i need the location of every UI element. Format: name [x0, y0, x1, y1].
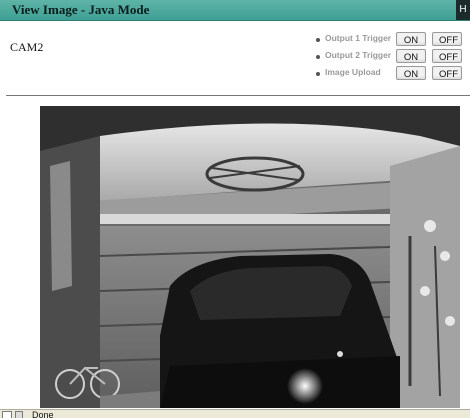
image-upload-label: Image Upload [325, 67, 381, 77]
camera-feed-graphic [40, 106, 460, 408]
output-1-trigger-row: Output 1 Trigger ON OFF [314, 32, 470, 48]
header-corner-label[interactable]: H [456, 0, 470, 20]
output-1-off-button[interactable]: OFF [432, 32, 462, 46]
camera-name: CAM2 [10, 40, 44, 54]
output-2-off-button[interactable]: OFF [432, 49, 462, 63]
page-title: View Image - Java Mode [12, 2, 150, 17]
image-upload-row: Image Upload ON OFF [314, 66, 470, 82]
output-1-trigger-label: Output 1 Trigger [325, 33, 392, 43]
bullet-icon [316, 72, 320, 76]
camera-feed-image [40, 106, 460, 408]
divider [6, 95, 470, 96]
image-upload-on-button[interactable]: ON [396, 66, 426, 80]
output-2-trigger-row: Output 2 Trigger ON OFF [314, 49, 470, 65]
output-2-on-button[interactable]: ON [396, 49, 426, 63]
bullet-icon [316, 38, 320, 42]
output-1-on-button[interactable]: ON [396, 32, 426, 46]
bullet-icon [316, 55, 320, 59]
image-upload-off-button[interactable]: OFF [432, 66, 462, 80]
title-bar: View Image - Java Mode H [0, 0, 470, 21]
output-2-trigger-label: Output 2 Trigger [325, 50, 392, 60]
